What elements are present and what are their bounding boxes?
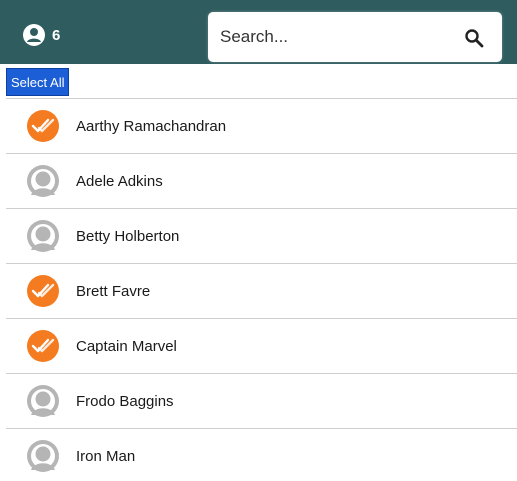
user-count-value: 6 bbox=[52, 26, 61, 44]
search-box[interactable] bbox=[210, 14, 500, 60]
user-avatar-icon bbox=[26, 439, 60, 473]
user-name: Betty Holberton bbox=[76, 227, 180, 245]
top-bar: 6 bbox=[0, 0, 517, 64]
user-name: Captain Marvel bbox=[76, 337, 177, 355]
user-name: Brett Favre bbox=[76, 282, 151, 300]
checkmark-selected-icon bbox=[26, 329, 60, 363]
list-item[interactable]: Aarthy Ramachandran bbox=[6, 98, 517, 153]
checkmark-selected-icon bbox=[26, 274, 60, 308]
user-avatar-icon bbox=[26, 219, 60, 253]
select-all-button[interactable]: Select All bbox=[6, 68, 70, 96]
user-name: Frodo Baggins bbox=[76, 392, 174, 410]
list-item[interactable]: Betty Holberton bbox=[6, 208, 517, 263]
user-circle-icon bbox=[23, 24, 45, 46]
search-input[interactable] bbox=[210, 17, 440, 57]
list-item[interactable]: Iron Man bbox=[6, 428, 517, 481]
list-item[interactable]: Brett Favre bbox=[6, 263, 517, 318]
search-icon[interactable] bbox=[464, 28, 484, 48]
list-item[interactable]: Frodo Baggins bbox=[6, 373, 517, 428]
user-list: Aarthy Ramachandran Adele Adkins Betty H… bbox=[6, 98, 517, 481]
user-name: Adele Adkins bbox=[76, 172, 163, 190]
list-item[interactable]: Adele Adkins bbox=[6, 153, 517, 208]
list-item[interactable]: Captain Marvel bbox=[6, 318, 517, 373]
user-count: 6 bbox=[22, 22, 60, 48]
user-name: Aarthy Ramachandran bbox=[76, 117, 227, 135]
user-avatar-icon bbox=[26, 164, 60, 198]
user-name: Iron Man bbox=[76, 447, 136, 465]
checkmark-selected-icon bbox=[26, 109, 60, 143]
user-avatar-icon bbox=[26, 384, 60, 418]
